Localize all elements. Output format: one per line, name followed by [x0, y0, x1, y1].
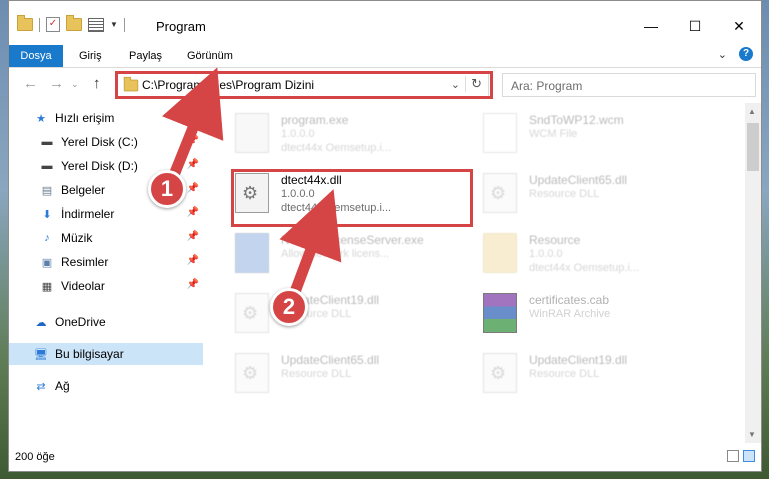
arrow-to-address-bar: [162, 67, 224, 186]
step-badge-1: 1: [148, 170, 186, 208]
annotation-arrows: [162, 67, 342, 306]
arrow-to-dll-file: [279, 189, 342, 306]
step-badge-2: 2: [270, 288, 308, 326]
